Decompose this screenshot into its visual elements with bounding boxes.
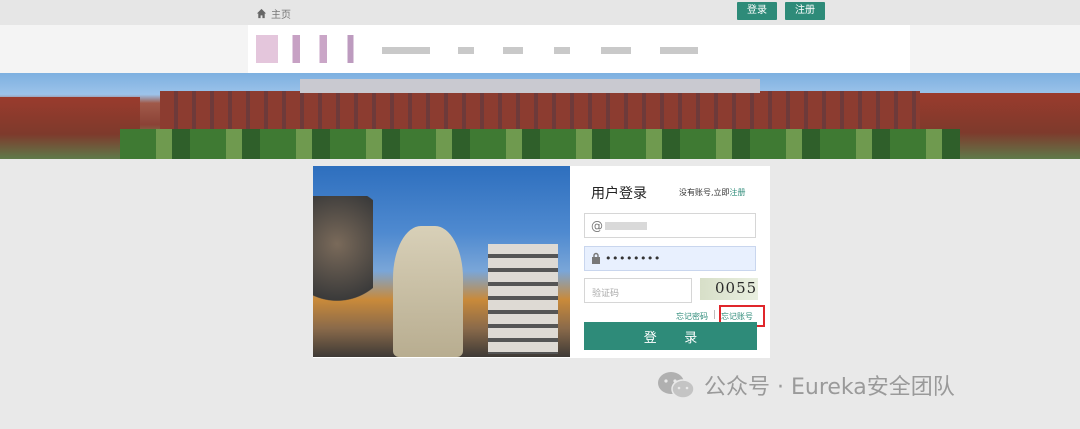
- watermark: 公众号 · Eureka安全团队: [656, 369, 955, 401]
- campus-banner: [0, 73, 1080, 159]
- password-value: ••••••••: [605, 252, 661, 265]
- nav-item-1[interactable]: [382, 47, 430, 54]
- captcha-image[interactable]: 0055: [700, 278, 758, 300]
- watermark-text: 公众号 · Eureka安全团队: [704, 375, 955, 400]
- nav-item-2[interactable]: [458, 47, 474, 54]
- banner-trees: [120, 129, 960, 159]
- top-bar: 主页 登录 注册: [0, 0, 1080, 25]
- login-submit-button[interactable]: 登 录: [584, 322, 757, 350]
- nav-item-5[interactable]: [601, 47, 631, 54]
- home-icon: [256, 8, 267, 19]
- nav-item-6[interactable]: [660, 47, 698, 54]
- username-value-obscured: [605, 222, 647, 230]
- header-nav: [0, 25, 1080, 73]
- lock-icon: [591, 252, 601, 267]
- home-label: 主页: [271, 10, 291, 21]
- password-input[interactable]: ••••••••: [584, 246, 756, 271]
- banner-left-building: [0, 97, 140, 159]
- login-title: 用户登录: [591, 186, 647, 202]
- campus-photo: [313, 166, 570, 357]
- home-link[interactable]: 主页: [256, 6, 291, 21]
- nav-item-4[interactable]: [554, 47, 570, 54]
- photo-sculpture: [393, 226, 463, 357]
- banner-roof: [300, 79, 760, 93]
- photo-tree: [313, 196, 373, 316]
- header-inner: [248, 25, 910, 73]
- register-prompt-text: 没有账号,立即: [679, 188, 730, 197]
- wechat-icon: [658, 372, 695, 399]
- link-separator: |: [713, 310, 717, 320]
- at-icon: @: [591, 219, 603, 233]
- captcha-placeholder: 验证码: [592, 289, 620, 299]
- login-button[interactable]: 登录: [737, 2, 777, 20]
- username-input[interactable]: @: [584, 213, 756, 238]
- captcha-input[interactable]: 验证码: [584, 278, 692, 303]
- register-link[interactable]: 注册: [730, 188, 746, 197]
- register-prompt: 没有账号,立即注册: [679, 187, 746, 198]
- photo-building: [488, 244, 558, 354]
- nav-item-3[interactable]: [503, 47, 523, 54]
- forgot-password-link[interactable]: 忘记密码: [676, 311, 708, 322]
- site-logo[interactable]: [256, 35, 378, 63]
- register-button[interactable]: 注册: [785, 2, 825, 20]
- captcha-text: 0055: [715, 279, 758, 297]
